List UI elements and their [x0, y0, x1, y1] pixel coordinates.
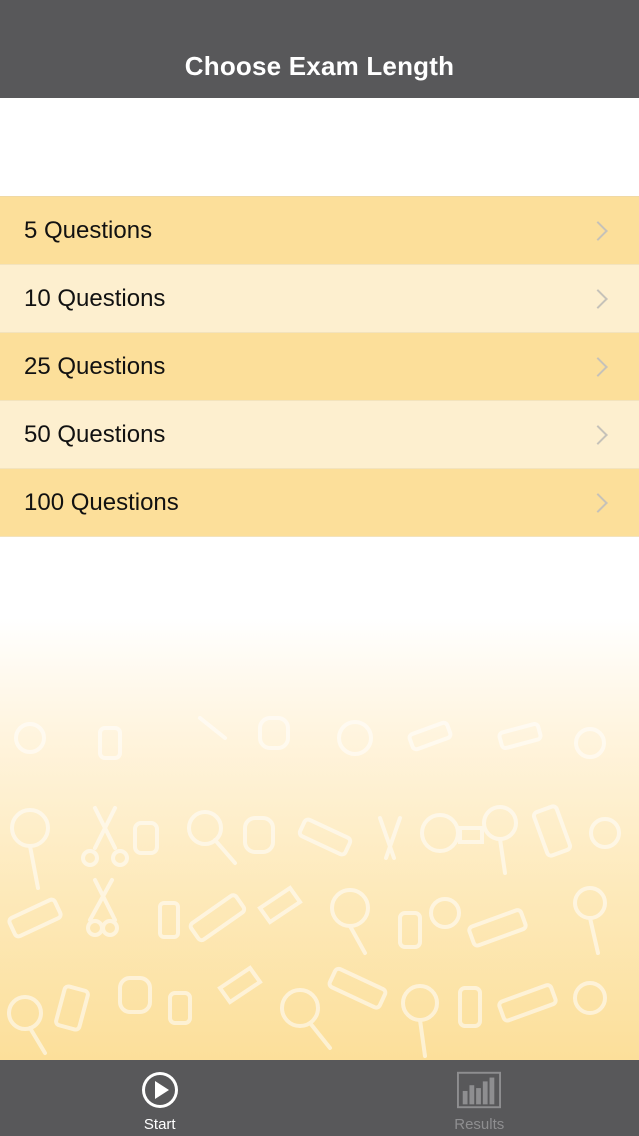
tab-results-label: Results — [454, 1116, 505, 1133]
list-item-50-questions[interactable]: 50 Questions — [0, 401, 639, 469]
tab-results[interactable]: Results — [320, 1060, 639, 1136]
decorative-background-pattern — [7, 716, 621, 1058]
play-icon — [138, 1070, 182, 1110]
chevron-right-icon — [588, 356, 608, 377]
chevron-right-icon — [588, 288, 608, 309]
list-item-25-questions[interactable]: 25 Questions — [0, 333, 639, 401]
exam-length-list: 5 Questions 10 Questions 25 Questions 50… — [0, 196, 639, 537]
content-area: 5 Questions 10 Questions 25 Questions 50… — [0, 98, 639, 1060]
tab-bar: Start Results — [0, 1060, 639, 1136]
list-item-label: 10 Questions — [24, 284, 166, 312]
tab-start-label: Start — [143, 1116, 176, 1133]
list-item-label: 100 Questions — [24, 488, 179, 516]
bar-chart-icon — [457, 1070, 502, 1110]
list-item-label: 25 Questions — [24, 352, 166, 380]
tab-start[interactable]: Start — [0, 1060, 320, 1136]
navigation-bar: Choose Exam Length — [0, 0, 639, 98]
list-item-label: 50 Questions — [24, 420, 166, 448]
chevron-right-icon — [588, 424, 608, 445]
chevron-right-icon — [588, 492, 608, 513]
list-item-label: 5 Questions — [24, 216, 153, 244]
page-title: Choose Exam Length — [184, 50, 455, 81]
chevron-right-icon — [588, 220, 608, 241]
list-item-100-questions[interactable]: 100 Questions — [0, 469, 639, 537]
list-item-10-questions[interactable]: 10 Questions — [0, 265, 639, 333]
list-item-5-questions[interactable]: 5 Questions — [0, 197, 639, 265]
